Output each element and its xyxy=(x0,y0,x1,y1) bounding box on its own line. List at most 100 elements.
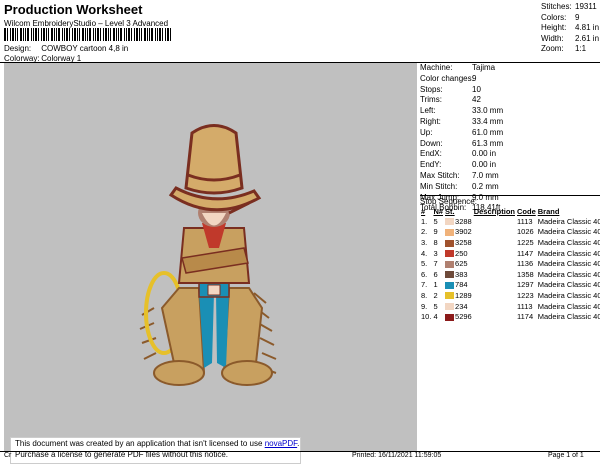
stitch-count: 1289 xyxy=(444,290,473,301)
thread-code: 1174 xyxy=(516,312,534,322)
cowboy-embroidery-image xyxy=(139,124,277,386)
color-swatch xyxy=(445,303,455,311)
design-line: Design: COWBOY cartoon 4,8 in xyxy=(4,44,128,53)
stitch-count: 3902 xyxy=(444,227,473,238)
detail-left: Left: 33.0 mm xyxy=(420,106,504,116)
stat-zoom: Zoom: 1:1 xyxy=(541,44,587,53)
col-code: Code xyxy=(516,206,536,216)
stop-num: 4. xyxy=(421,248,428,258)
description xyxy=(473,258,516,269)
design-label: Design: xyxy=(4,44,32,53)
detail-endx: EndX: 0.00 in xyxy=(420,149,497,159)
stitch-count: 234 xyxy=(444,301,473,312)
footer-divider xyxy=(0,451,600,452)
thread-brand: Madeira Classic 40 xyxy=(537,248,600,258)
stop-num: 5. xyxy=(421,259,428,269)
stop-sequence-table: # N# St. Description Code Brand 1. 5 3288 1… xyxy=(420,206,600,322)
thread-code: 1225 xyxy=(516,237,534,247)
thread-brand: Madeira Classic 40 xyxy=(537,269,600,279)
needle-num: 5 xyxy=(433,216,438,226)
stitch-count: 5296 xyxy=(444,311,473,322)
stop-num: 7. xyxy=(421,280,428,290)
color-swatch xyxy=(445,313,455,321)
description xyxy=(473,301,516,312)
thread-brand: Madeira Classic 40 xyxy=(537,301,600,311)
table-header-row: # N# St. Description Code Brand xyxy=(420,206,600,216)
page-title: Production Worksheet xyxy=(4,2,143,17)
needle-num: 8 xyxy=(433,237,438,247)
detail-max-stitch: Max Stitch: 7.0 mm xyxy=(420,170,499,180)
thread-brand: Madeira Classic 40 xyxy=(537,259,600,269)
thread-code: 1358 xyxy=(516,269,534,279)
barcode xyxy=(4,28,171,41)
needle-num: 4 xyxy=(433,312,438,322)
description xyxy=(473,248,516,259)
stop-sequence-title: Stop Sequence: xyxy=(420,197,477,206)
thread-code: 1297 xyxy=(516,280,534,290)
detail-endy: EndY: 0.00 in xyxy=(420,160,497,170)
detail-down: Down: 61.3 mm xyxy=(420,138,504,148)
thread-brand: Madeira Classic 40 xyxy=(537,290,600,300)
color-swatch xyxy=(445,260,455,268)
page-number: Page 1 of 1 xyxy=(548,452,584,459)
needle-num: 1 xyxy=(433,280,438,290)
stitch-count: 3288 xyxy=(444,216,473,227)
detail-right: Right: 33.4 mm xyxy=(420,116,504,126)
thread-code: 1136 xyxy=(516,259,534,269)
needle-num: 7 xyxy=(433,259,438,269)
table-row: 8. 2 1289 1223 Madeira Classic 40 xyxy=(420,290,600,301)
table-row: 2. 9 3902 1026 Madeira Classic 40 xyxy=(420,227,600,238)
detail-color-changes: Color changes:9 xyxy=(420,73,477,83)
stop-num: 9. xyxy=(421,301,428,311)
color-swatch xyxy=(445,239,455,247)
color-swatch xyxy=(445,271,455,279)
thread-brand: Madeira Classic 40 xyxy=(537,312,600,322)
table-row: 6. 6 383 1358 Madeira Classic 40 xyxy=(420,269,600,280)
machine-details: Machine: Tajima Color changes:9 Stops: 10 … xyxy=(420,63,598,214)
stop-num: 3. xyxy=(421,237,428,247)
stop-num: 2. xyxy=(421,227,428,237)
color-swatch xyxy=(445,228,455,236)
table-row: 4. 3 250 1147 Madeira Classic 40 xyxy=(420,248,600,259)
thread-code: 1113 xyxy=(516,301,533,311)
thread-brand: Madeira Classic 40 xyxy=(537,227,600,237)
stop-num: 1. xyxy=(421,216,428,226)
needle-num: 2 xyxy=(433,290,438,300)
table-row: 1. 5 3288 1113 Madeira Classic 40 xyxy=(420,216,600,227)
footer-left-text: Cr xyxy=(4,452,12,459)
stitch-count: 3258 xyxy=(444,237,473,248)
color-swatch xyxy=(445,281,455,289)
stitch-count: 383 xyxy=(444,269,473,280)
table-row: 10. 4 5296 1174 Madeira Classic 40 xyxy=(420,311,600,322)
printed-date: Printed: 16/11/2021 11:59:05 xyxy=(352,452,442,459)
table-row: 5. 7 625 1136 Madeira Classic 40 xyxy=(420,258,600,269)
description xyxy=(473,237,516,248)
description xyxy=(473,280,516,291)
thread-code: 1026 xyxy=(516,227,534,237)
table-row: 9. 5 234 1113 Madeira Classic 40 xyxy=(420,301,600,312)
detail-machine: Machine: Tajima xyxy=(420,63,496,72)
needle-num: 6 xyxy=(433,269,438,279)
stat-colors: Colors: 9 xyxy=(541,12,580,22)
stitch-count: 784 xyxy=(444,280,473,291)
design-value: COWBOY cartoon 4,8 in xyxy=(41,44,129,53)
table-row: 7. 1 784 1297 Madeira Classic 40 xyxy=(420,280,600,291)
col-num: # xyxy=(421,206,426,216)
stat-height: Height: 4.81 in xyxy=(541,23,600,32)
table-row: 3. 8 3258 1225 Madeira Classic 40 xyxy=(420,237,600,248)
design-preview xyxy=(4,63,417,451)
thread-brand: Madeira Classic 40 xyxy=(537,237,600,247)
col-brand: Brand xyxy=(537,206,560,216)
needle-num: 9 xyxy=(433,227,438,237)
stat-stitches: Stitches: 19311 xyxy=(541,2,597,11)
stop-num: 8. xyxy=(421,290,428,300)
color-swatch xyxy=(445,292,455,300)
thread-code: 1223 xyxy=(516,290,534,300)
stop-num: 6. xyxy=(421,269,428,279)
details-divider xyxy=(420,195,600,196)
detail-trims: Trims: 42 xyxy=(420,95,481,105)
description xyxy=(473,269,516,280)
novapdf-link[interactable]: novaPDF xyxy=(265,439,297,448)
thread-brand: Madeira Classic 40 xyxy=(537,216,600,226)
needle-num: 5 xyxy=(433,301,438,311)
